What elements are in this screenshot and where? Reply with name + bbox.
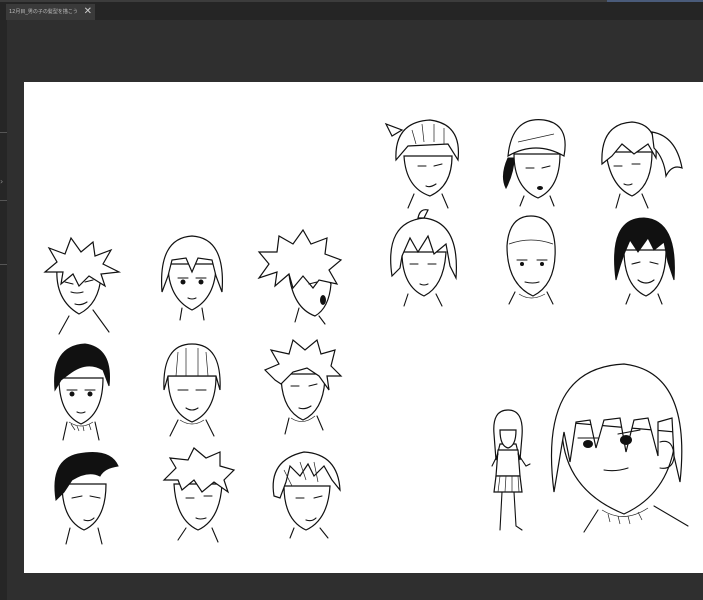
large-bob-head [550,363,689,533]
pompadour-head [54,452,119,545]
cap-head [502,119,566,207]
artwork [43,119,689,545]
drawing-canvas[interactable] [24,82,703,573]
spiky-hair-head [43,236,122,335]
document-tab[interactable]: 12月目_男の子の髪型を描こう ✕ [6,4,95,20]
panel-divider [0,200,7,201]
ponytail-head [601,121,683,209]
tab-bar: 12月目_男の子の髪型を描こう ✕ [0,2,703,20]
long-bangs-head [390,209,457,307]
left-panel: › [0,20,7,600]
slick-dark-hair-head [54,343,110,441]
chevron-right-icon[interactable]: › [0,178,3,186]
swept-hair-head [162,447,236,543]
messy-hair-head-side [257,228,343,325]
full-body-girl [491,409,531,531]
dark-hair-smiling-head [614,217,675,305]
panel-divider [0,132,7,133]
close-icon[interactable]: ✕ [84,4,92,20]
wavy-hair-head [263,338,343,435]
panel-divider [0,264,7,265]
bob-hair-head [160,235,224,321]
bandana-head [384,119,460,209]
buzz-cut-head [506,215,556,305]
bowl-cut-head [163,343,221,437]
document-tab-title: 12月目_男の子の髪型を描こう [9,9,78,15]
layered-hair-head [272,451,341,539]
